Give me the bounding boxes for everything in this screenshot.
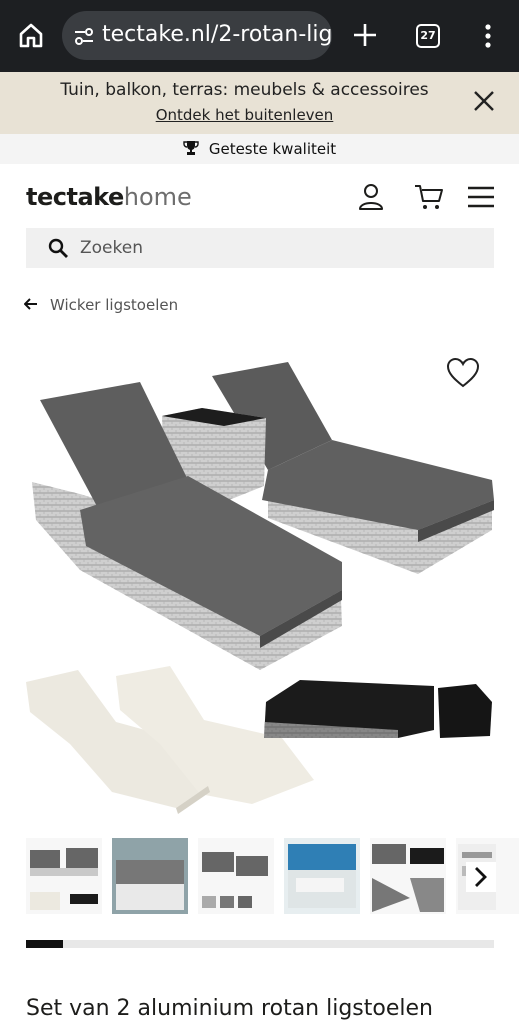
thumbnail-5[interactable]: [370, 838, 446, 914]
thumbnail-1[interactable]: [26, 838, 102, 914]
search-input[interactable]: [80, 234, 470, 262]
heart-icon[interactable]: [446, 357, 480, 389]
thumbnail-2[interactable]: [112, 838, 188, 914]
gallery-progress: [26, 940, 494, 948]
browser-toolbar: tectake.nl/2-rotan-lig 27: [0, 0, 519, 72]
tabs-icon[interactable]: 27: [416, 24, 440, 48]
user-icon[interactable]: [358, 183, 384, 211]
home-icon[interactable]: [16, 20, 46, 50]
promo-banner: Tuin, balkon, terras: meubels & accessoi…: [0, 72, 519, 134]
thumbnail-strip: [26, 838, 519, 916]
cart-icon[interactable]: [414, 183, 444, 211]
search-icon[interactable]: [48, 238, 68, 258]
logo-light: home: [123, 183, 192, 211]
gallery-progress-fill: [26, 940, 64, 948]
product-title: Set van 2 aluminium rotan ligstoelen: [26, 996, 433, 1021]
breadcrumb-back[interactable]: Wicker ligstoelen: [24, 296, 178, 314]
url-text[interactable]: tectake.nl/2-rotan-lig: [102, 22, 332, 47]
more-vert-icon[interactable]: [478, 23, 498, 49]
hamburger-icon[interactable]: [468, 186, 494, 208]
product-image[interactable]: [20, 340, 500, 820]
quality-strip: Geteste kwaliteit: [0, 134, 519, 164]
chevron-right-icon[interactable]: [466, 862, 496, 892]
thumbnail-3[interactable]: [198, 838, 274, 914]
site-settings-icon[interactable]: [72, 24, 96, 48]
plus-icon[interactable]: [352, 22, 378, 48]
search-box: [26, 228, 494, 268]
url-bar[interactable]: tectake.nl/2-rotan-lig: [62, 11, 332, 60]
cream-cushions: [26, 666, 314, 814]
thumbnail-4[interactable]: [284, 838, 360, 914]
quality-label: Geteste kwaliteit: [208, 140, 337, 158]
logo-bold: tectake: [26, 183, 124, 211]
black-covers: [264, 680, 492, 738]
promo-title: Tuin, balkon, terras: meubels & accessoi…: [60, 80, 429, 100]
close-icon[interactable]: [472, 89, 496, 113]
promo-link[interactable]: Ontdek het buitenleven: [0, 106, 489, 124]
site-logo[interactable]: tectakehome: [26, 183, 192, 211]
trophy-icon: [183, 141, 199, 155]
arrow-left-icon: [24, 298, 37, 310]
breadcrumb-label: Wicker ligstoelen: [50, 296, 179, 314]
